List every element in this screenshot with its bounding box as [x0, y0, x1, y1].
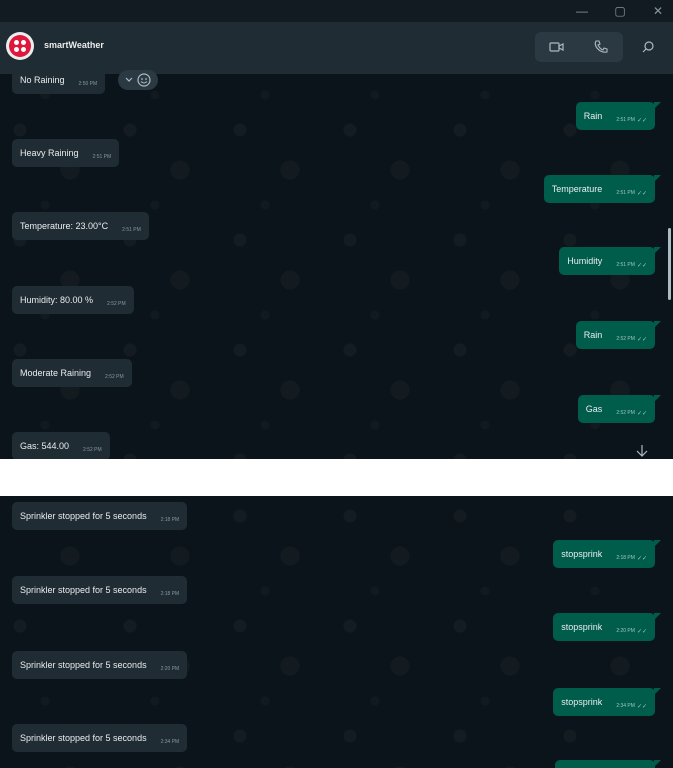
twilio-logo-icon — [9, 35, 31, 57]
emoji-icon — [137, 73, 151, 87]
read-receipt-icon: ✓✓ — [636, 703, 647, 710]
message-incoming[interactable]: Sprinkler stopped for 5 seconds 2:20 PM — [12, 651, 188, 679]
message-outgoing[interactable]: Rain 2:52 PM ✓✓ — [575, 321, 661, 349]
chat-window-top: — ▢ ✕ smartWeather No Raining 2:50 PM Ra… — [0, 0, 673, 459]
chevron-down-icon — [125, 77, 133, 82]
message-time: 2:20 PM — [160, 666, 180, 672]
message-time: 2:52 PM — [83, 447, 102, 453]
message-outgoing-partial[interactable] — [555, 760, 661, 768]
message-incoming[interactable]: Sprinkler stopped for 5 seconds 2:18 PM — [12, 576, 188, 604]
message-incoming[interactable]: Temperature: 23.00°C 2:51 PM — [12, 212, 149, 240]
voice-call-button[interactable] — [579, 32, 623, 62]
message-time: 2:51 PM — [616, 117, 635, 123]
message-time: 2:18 PM — [616, 555, 635, 561]
contact-name[interactable]: smartWeather — [44, 40, 104, 50]
message-time: 2:20 PM — [616, 628, 635, 634]
message-time: 2:18 PM — [160, 591, 180, 597]
message-text: stopsprink — [561, 549, 603, 559]
message-time: 2:51 PM — [122, 227, 141, 233]
message-text: Sprinkler stopped for 5 seconds — [20, 511, 147, 521]
message-time: 2:52 PM — [105, 374, 124, 380]
message-text: Temperature — [551, 184, 603, 194]
video-call-button[interactable] — [535, 32, 579, 62]
message-text: Rain — [583, 111, 603, 121]
message-outgoing[interactable]: stopsprink 2:34 PM ✓✓ — [553, 688, 661, 716]
message-text: Moderate Raining — [20, 368, 92, 378]
call-buttons — [535, 32, 623, 62]
message-text: stopsprink — [561, 622, 603, 632]
message-reaction-button[interactable] — [118, 70, 158, 90]
message-time: 2:34 PM — [160, 739, 180, 745]
read-receipt-icon: ✓✓ — [636, 117, 647, 124]
message-outgoing[interactable]: Humidity 2:51 PM ✓✓ — [559, 247, 661, 275]
read-receipt-icon: ✓✓ — [636, 555, 647, 562]
message-incoming[interactable]: Humidity: 80.00 % 2:52 PM — [12, 286, 134, 314]
message-incoming[interactable]: No Raining 2:50 PM — [12, 66, 106, 94]
message-incoming[interactable]: Sprinkler stopped for 5 seconds 2:18 PM — [12, 502, 188, 530]
message-time: 2:52 PM — [107, 301, 126, 307]
minimize-button[interactable]: — — [568, 2, 596, 20]
message-time: 2:52 PM — [616, 336, 635, 342]
message-text: Temperature: 23.00°C — [20, 221, 109, 231]
message-text: Heavy Raining — [20, 148, 79, 158]
search-icon — [642, 41, 654, 53]
message-text: Sprinkler stopped for 5 seconds — [20, 660, 147, 670]
message-outgoing[interactable]: Gas 2:52 PM ✓✓ — [577, 395, 661, 423]
read-receipt-icon: ✓✓ — [636, 262, 647, 269]
avatar[interactable] — [6, 32, 34, 60]
message-text: Sprinkler stopped for 5 seconds — [20, 733, 147, 743]
message-time: 2:50 PM — [78, 81, 98, 87]
message-text: Gas: 544.00 — [20, 441, 70, 451]
maximize-button[interactable]: ▢ — [606, 2, 634, 20]
message-text: No Raining — [20, 75, 65, 85]
arrow-down-icon — [636, 445, 648, 457]
message-outgoing[interactable]: stopsprink 2:20 PM ✓✓ — [553, 613, 661, 641]
message-outgoing[interactable]: Temperature 2:51 PM ✓✓ — [543, 175, 661, 203]
title-bar: — ▢ ✕ — [0, 0, 673, 22]
message-outgoing[interactable]: Rain 2:51 PM ✓✓ — [575, 102, 661, 130]
message-text: Gas — [585, 404, 603, 414]
message-outgoing[interactable]: stopsprink 2:18 PM ✓✓ — [553, 540, 661, 568]
message-incoming[interactable]: Sprinkler stopped for 5 seconds 2:34 PM — [12, 724, 188, 752]
message-text: Humidity — [567, 256, 603, 266]
message-time: 2:51 PM — [616, 190, 635, 196]
scrollbar[interactable] — [668, 228, 671, 300]
message-time: 2:18 PM — [160, 517, 180, 523]
message-text: Sprinkler stopped for 5 seconds — [20, 585, 147, 595]
chat-window-bottom: Sprinkler stopped for 5 seconds 2:18 PM … — [0, 496, 673, 768]
message-incoming[interactable]: Heavy Raining 2:51 PM — [12, 139, 120, 167]
message-time: 2:51 PM — [92, 154, 112, 160]
message-time: 2:34 PM — [616, 703, 635, 709]
message-time: 2:52 PM — [616, 410, 635, 416]
message-time: 2:51 PM — [616, 262, 635, 268]
message-text: Humidity: 80.00 % — [20, 295, 94, 305]
phone-icon — [594, 40, 608, 53]
message-text: Rain — [583, 330, 603, 340]
video-camera-icon — [549, 42, 564, 52]
read-receipt-icon: ✓✓ — [636, 336, 647, 343]
message-incoming[interactable]: Gas: 544.00 2:52 PM — [12, 432, 110, 459]
scroll-to-bottom-button[interactable] — [632, 443, 652, 459]
close-button[interactable]: ✕ — [644, 2, 672, 20]
search-button[interactable] — [635, 32, 661, 62]
read-receipt-icon: ✓✓ — [636, 410, 647, 417]
read-receipt-icon: ✓✓ — [636, 190, 647, 197]
read-receipt-icon: ✓✓ — [636, 628, 647, 635]
message-text: stopsprink — [561, 697, 603, 707]
message-incoming[interactable]: Moderate Raining 2:52 PM — [12, 359, 132, 387]
